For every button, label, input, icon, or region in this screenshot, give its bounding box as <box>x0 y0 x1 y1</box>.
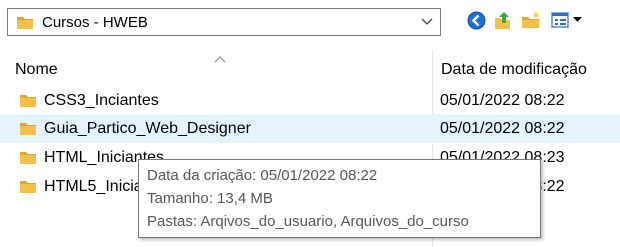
toolbar: Cursos - HWEB <box>0 0 620 44</box>
folder-info-tooltip: Data da criação: 05/01/2022 08:22 Tamanh… <box>138 159 541 238</box>
item-name: CSS3_Inciantes <box>44 92 159 109</box>
chevron-down-icon <box>421 13 433 31</box>
column-header-name[interactable]: Nome <box>15 61 58 79</box>
tooltip-size: Tamanho: 13,4 MB <box>147 190 273 207</box>
column-header: Nome Data de modificação <box>0 50 620 86</box>
back-icon[interactable] <box>466 10 486 30</box>
list-item[interactable]: CSS3_Inciantes 05/01/2022 08:22 <box>0 86 620 115</box>
view-menu-icon[interactable] <box>550 10 588 30</box>
list-item-selected[interactable]: Guia_Partico_Web_Designer 05/01/2022 08:… <box>0 114 620 143</box>
new-folder-icon[interactable] <box>521 10 541 30</box>
location-dropdown-button[interactable] <box>414 9 440 35</box>
column-header-date-modified[interactable]: Data de modificação <box>441 61 587 79</box>
folder-icon <box>16 14 34 35</box>
sort-ascending-icon <box>214 50 226 68</box>
tooltip-created: Data da criação: 05/01/2022 08:22 <box>147 167 378 184</box>
item-name: Guia_Partico_Web_Designer <box>44 120 251 137</box>
folder-icon <box>19 149 37 170</box>
location-path: Cursos - HWEB <box>42 14 148 31</box>
folder-icon <box>19 92 37 113</box>
location-combobox[interactable]: Cursos - HWEB <box>7 8 441 36</box>
tooltip-folders: Pastas: Arqivos_do_usuario, Arquivos_do_… <box>147 213 469 230</box>
folder-icon <box>19 120 37 141</box>
item-date: 05/01/2022 08:22 <box>440 120 565 137</box>
item-date: 05/01/2022 08:22 <box>440 92 565 109</box>
up-folder-icon[interactable] <box>493 10 513 30</box>
folder-icon <box>19 178 37 199</box>
